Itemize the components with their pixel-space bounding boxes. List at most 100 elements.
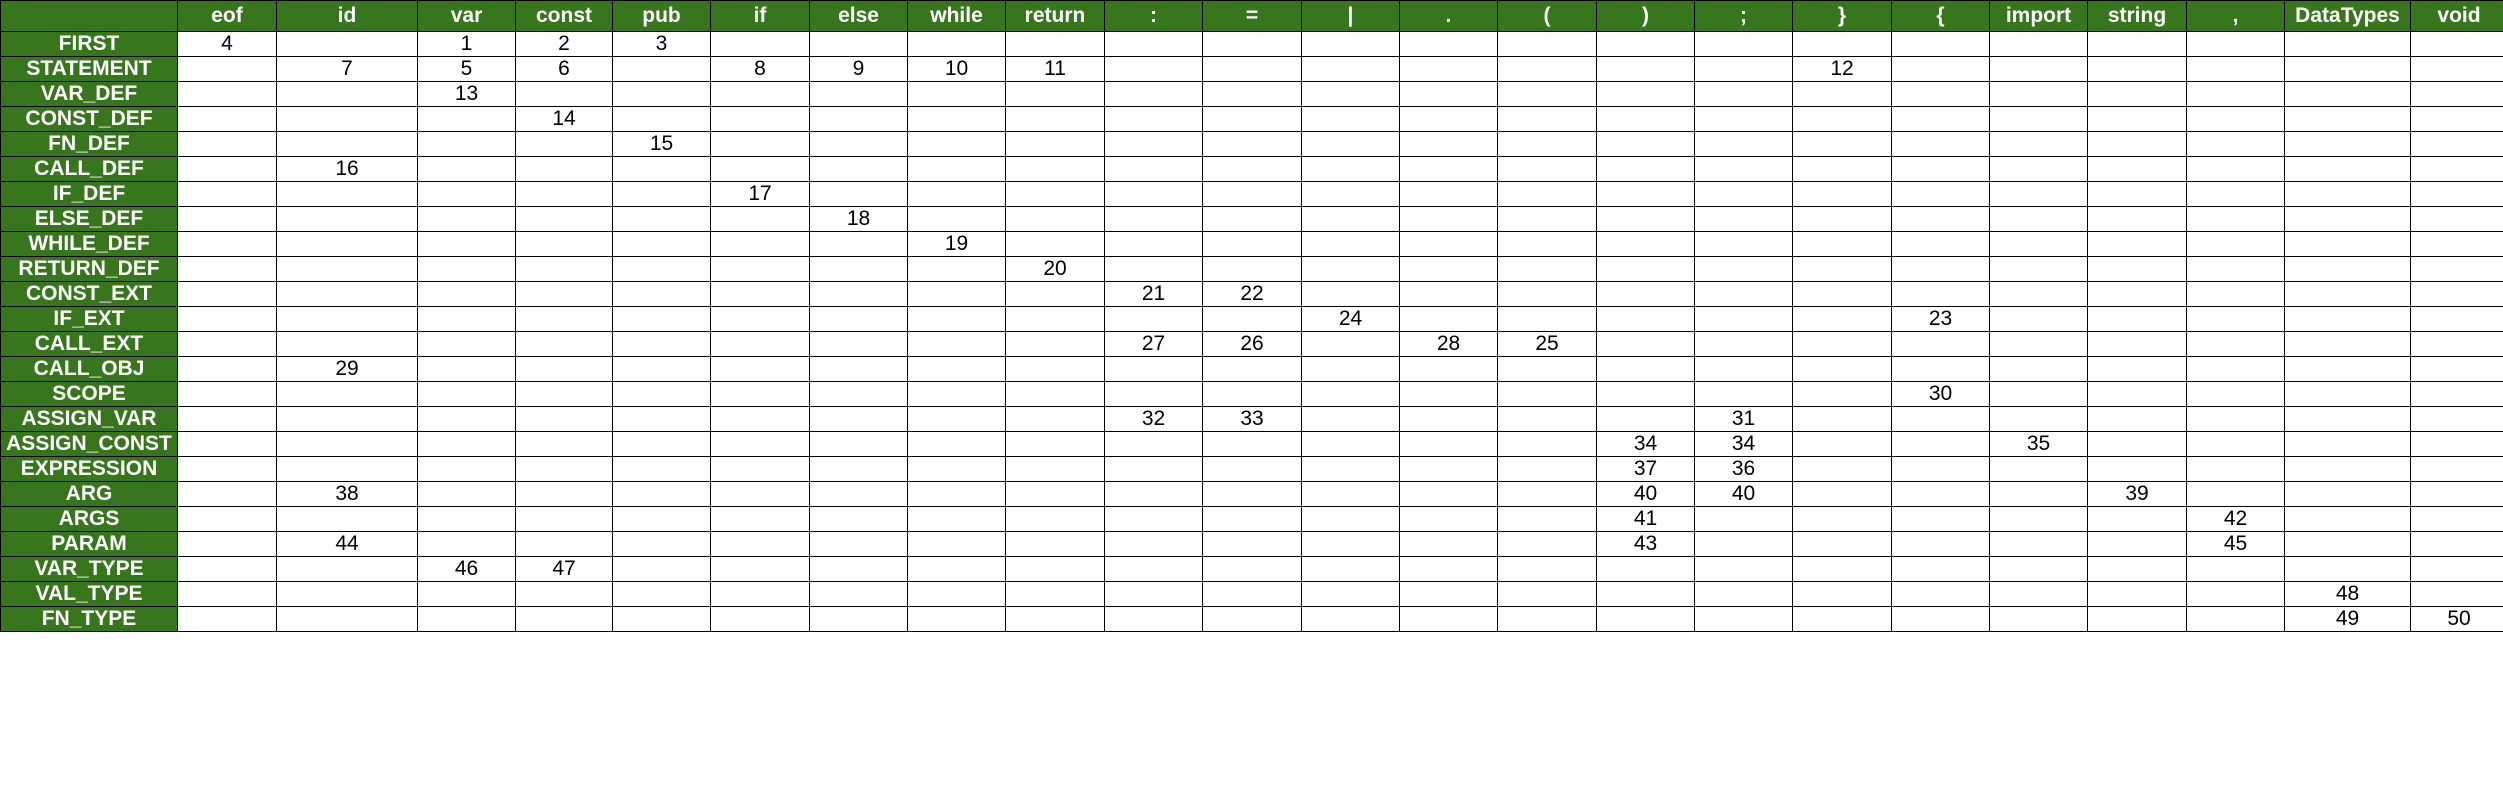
table-cell <box>2186 381 2285 407</box>
table-cell: 7 <box>276 56 418 82</box>
table-cell <box>1989 456 2088 482</box>
table-cell <box>1891 331 1990 357</box>
table-cell <box>1497 456 1597 482</box>
table-cell <box>1694 31 1793 57</box>
table-cell <box>177 256 277 282</box>
table-cell <box>1989 106 2088 132</box>
column-header: pub <box>612 0 711 32</box>
row-label: FN_DEF <box>0 131 178 157</box>
table-cell <box>2284 156 2411 182</box>
table-cell <box>1005 206 1105 232</box>
table-cell <box>1301 406 1400 432</box>
table-cell <box>2410 531 2503 557</box>
table-cell <box>1989 281 2088 307</box>
table-cell <box>1497 506 1597 532</box>
table-cell <box>1497 531 1597 557</box>
table-cell <box>1399 356 1498 382</box>
table-cell <box>2087 381 2187 407</box>
table-cell <box>1399 381 1498 407</box>
table-cell <box>1792 506 1892 532</box>
table-cell <box>177 606 277 632</box>
table-cell <box>1104 106 1203 132</box>
table-cell <box>515 381 613 407</box>
table-cell <box>417 206 516 232</box>
table-row: ASSIGN_CONST 34 34 35 <box>0 431 2503 457</box>
table-cell <box>1989 581 2088 607</box>
table-cell <box>2284 131 2411 157</box>
table-cell <box>515 231 613 257</box>
table-cell <box>417 581 516 607</box>
table-cell <box>2410 156 2503 182</box>
table-cell: 39 <box>2087 481 2187 507</box>
table-cell <box>276 581 418 607</box>
column-header: , <box>2186 0 2285 32</box>
table-cell <box>2284 406 2411 432</box>
table-cell: 16 <box>276 156 418 182</box>
table-cell <box>1104 431 1203 457</box>
table-cell <box>1202 456 1302 482</box>
table-cell <box>276 506 418 532</box>
table-cell <box>1989 81 2088 107</box>
table-cell <box>276 281 418 307</box>
table-cell <box>1202 556 1302 582</box>
table-cell <box>710 231 810 257</box>
table-cell <box>710 556 810 582</box>
table-cell <box>276 256 418 282</box>
table-cell <box>1399 156 1498 182</box>
table-cell <box>1301 381 1400 407</box>
table-cell <box>809 606 908 632</box>
table-cell <box>177 231 277 257</box>
table-cell <box>1989 231 2088 257</box>
table-cell <box>612 306 711 332</box>
table-cell <box>1301 331 1400 357</box>
table-cell <box>809 131 908 157</box>
row-label: STATEMENT <box>0 56 178 82</box>
table-cell <box>1202 381 1302 407</box>
table-row: ASSIGN_VAR 32 33 31 <box>0 406 2503 432</box>
table-cell <box>1104 606 1203 632</box>
table-cell <box>2087 181 2187 207</box>
table-cell <box>1497 256 1597 282</box>
table-cell <box>2186 606 2285 632</box>
table-cell <box>612 231 711 257</box>
table-row: CONST_DEF 14 <box>0 106 2503 132</box>
table-row: FN_DEF 15 <box>0 131 2503 157</box>
table-cell <box>177 281 277 307</box>
table-cell <box>177 131 277 157</box>
table-cell <box>177 106 277 132</box>
table-cell <box>1596 56 1695 82</box>
table-cell <box>1301 106 1400 132</box>
table-cell <box>809 456 908 482</box>
table-cell <box>1202 56 1302 82</box>
table-cell <box>515 606 613 632</box>
table-cell <box>1792 206 1892 232</box>
table-cell <box>1202 131 1302 157</box>
table-row: FN_TYPE 49 50 <box>0 606 2503 632</box>
table-cell <box>2186 206 2285 232</box>
table-cell <box>1301 481 1400 507</box>
table-cell <box>1005 456 1105 482</box>
table-cell <box>907 506 1006 532</box>
table-cell: 24 <box>1301 306 1400 332</box>
table-row: SCOPE 30 <box>0 381 2503 407</box>
table-cell <box>1694 306 1793 332</box>
table-cell <box>710 431 810 457</box>
table-cell <box>2284 31 2411 57</box>
table-cell <box>417 131 516 157</box>
table-row: WHILE_DEF 19 <box>0 231 2503 257</box>
table-cell <box>1497 581 1597 607</box>
table-cell <box>1399 56 1498 82</box>
table-cell <box>1301 156 1400 182</box>
table-cell <box>809 81 908 107</box>
table-row: CONST_EXT 21 22 <box>0 281 2503 307</box>
table-cell <box>1301 556 1400 582</box>
table-cell <box>1989 331 2088 357</box>
table-cell <box>2410 231 2503 257</box>
table-cell <box>276 406 418 432</box>
table-cell <box>177 306 277 332</box>
table-cell <box>809 281 908 307</box>
table-cell <box>2186 106 2285 132</box>
table-cell <box>177 56 277 82</box>
table-cell <box>2087 31 2187 57</box>
table-cell <box>1301 356 1400 382</box>
